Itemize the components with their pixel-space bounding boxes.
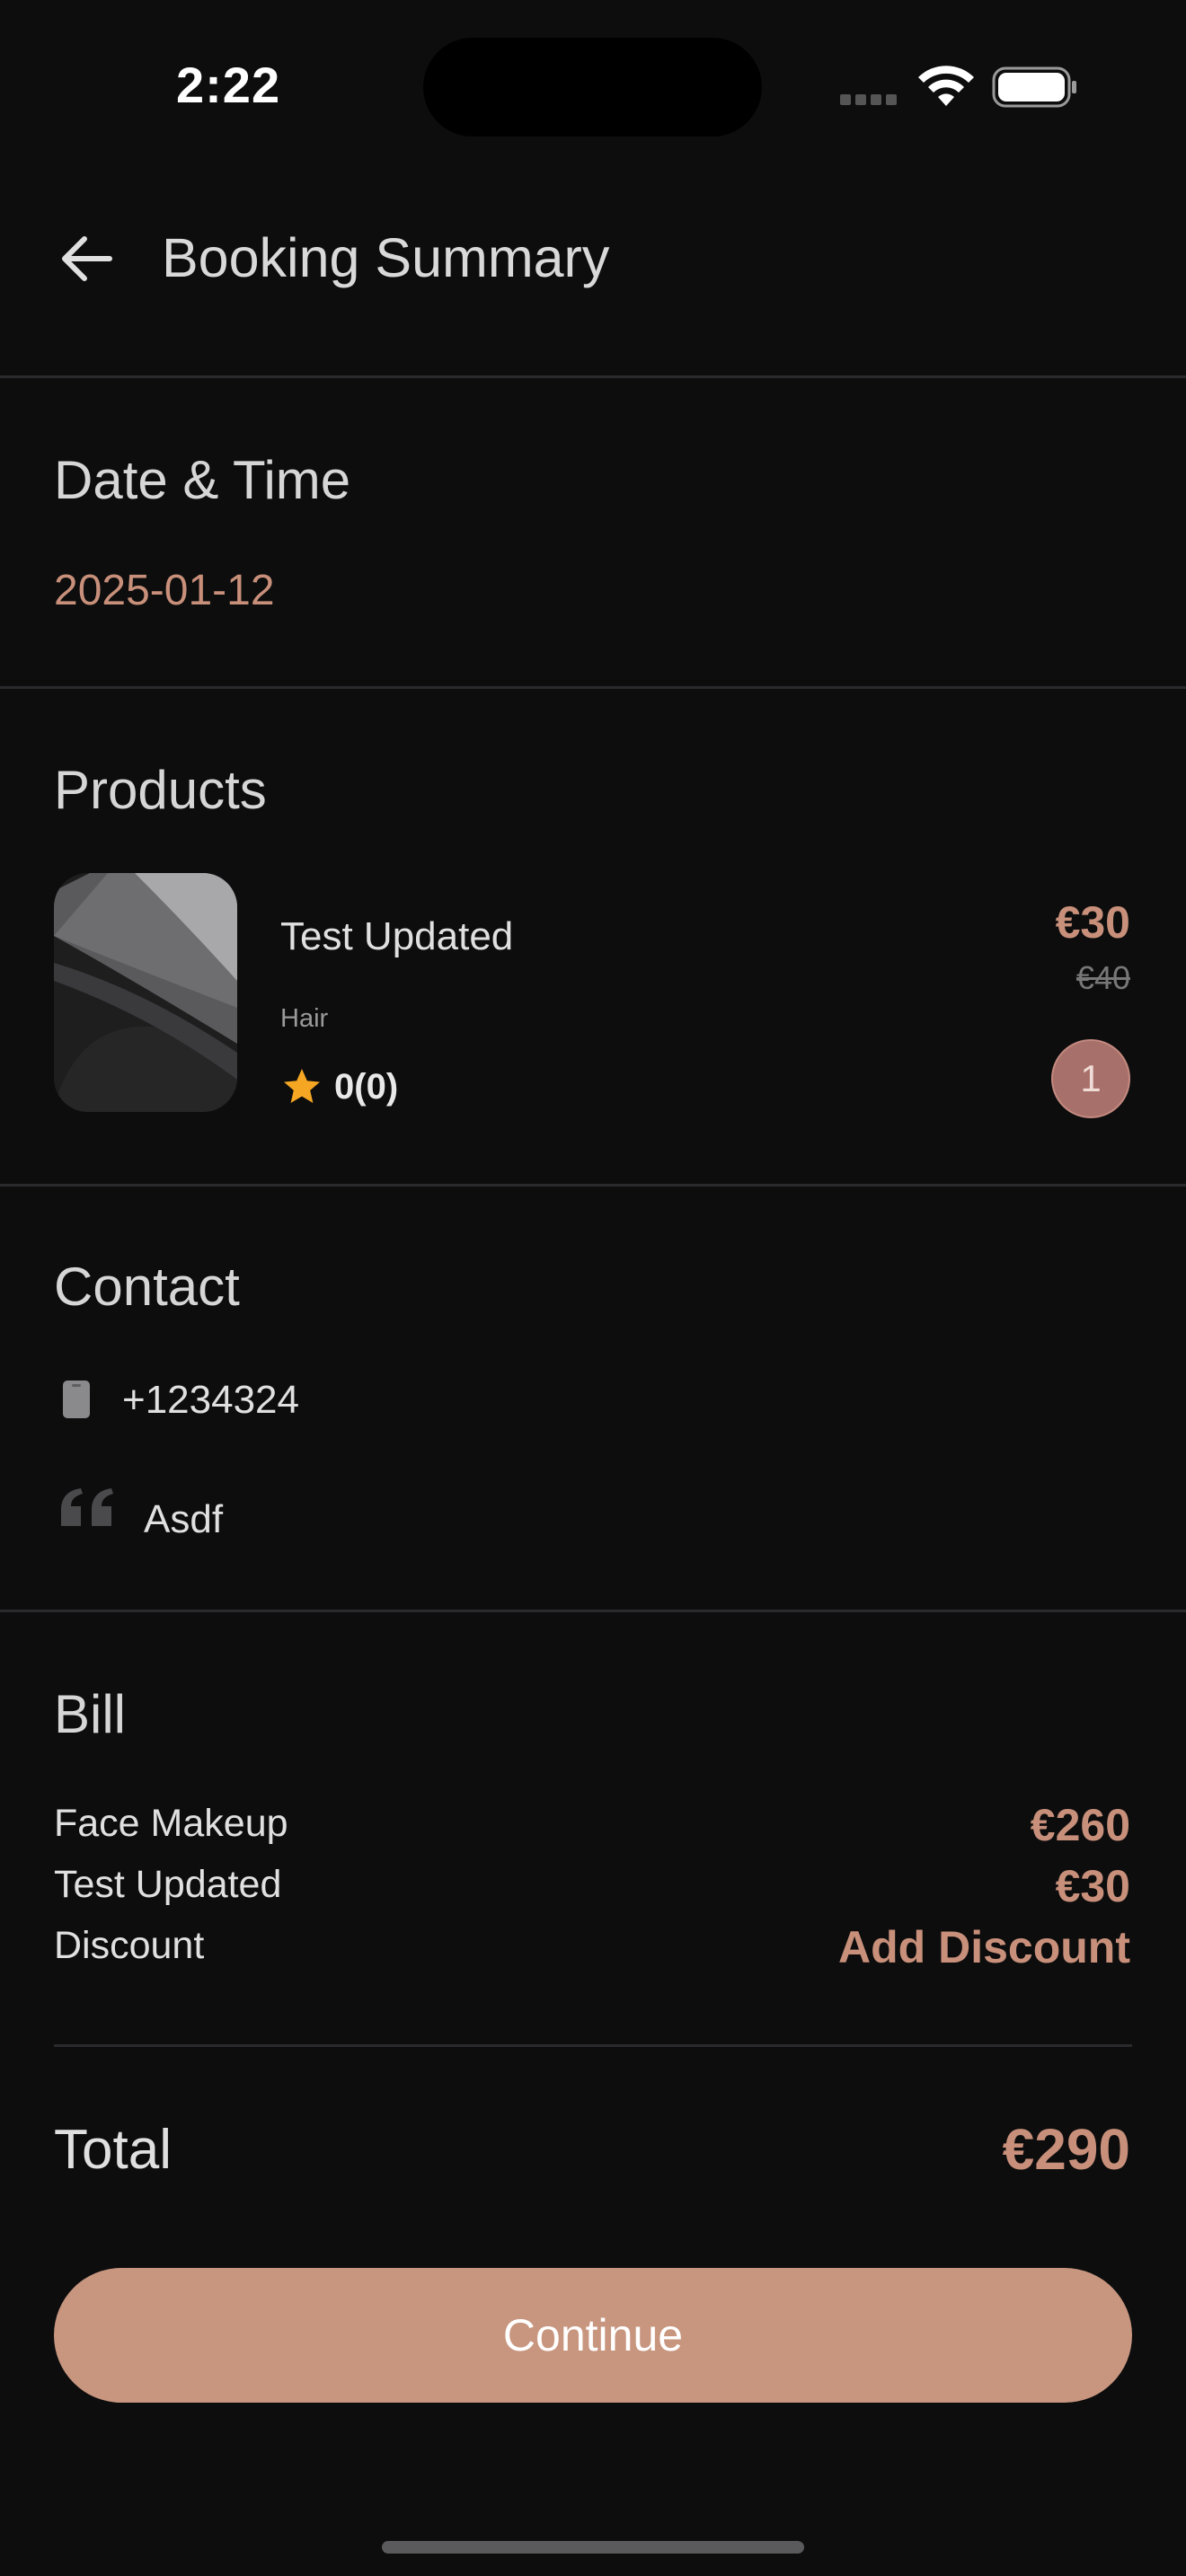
product-image[interactable] [54,873,237,1112]
contact-heading: Contact [54,1257,240,1317]
bill-heading: Bill [54,1684,127,1744]
home-indicator[interactable] [382,2541,804,2554]
star-icon [284,1069,320,1103]
product-rating: 0(0) [334,1067,399,1107]
section-divider [0,1610,1186,1612]
discount-label: Discount [54,1924,205,1967]
bill-line-value: €260 [1030,1800,1130,1850]
total-label: Total [54,2119,172,2181]
cellular-signal-icon [840,93,901,105]
add-discount-link[interactable]: Add Discount [838,1921,1130,1973]
booking-date: 2025-01-12 [54,567,275,614]
header-divider [0,375,1186,378]
battery-icon [992,66,1076,108]
product-price: €30 [1055,897,1130,948]
date-time-heading: Date & Time [54,450,351,510]
back-arrow-icon[interactable] [56,232,119,286]
bill-line-value: €30 [1055,1861,1130,1911]
product-original-price: €40 [1075,959,1130,996]
dynamic-island [423,38,762,137]
product-category: Hair [280,1004,329,1033]
quote-icon [61,1488,113,1526]
quantity-badge[interactable]: 1 [1051,1039,1130,1118]
page-title: Booking Summary [162,227,610,288]
total-value: €290 [1002,2117,1130,2182]
contact-note: Asdf [144,1497,224,1541]
products-heading: Products [54,760,267,820]
bill-line-label: Face Makeup [54,1802,288,1845]
section-divider [0,686,1186,689]
continue-button[interactable]: Continue [54,2268,1132,2403]
phone-icon [63,1381,90,1418]
product-name: Test Updated [280,914,514,958]
wifi-icon [918,66,974,106]
status-time: 2:22 [176,57,281,113]
contact-phone: +1234324 [122,1378,299,1422]
section-divider [0,1184,1186,1187]
bill-divider [54,2044,1132,2047]
bill-line-label: Test Updated [54,1863,282,1906]
